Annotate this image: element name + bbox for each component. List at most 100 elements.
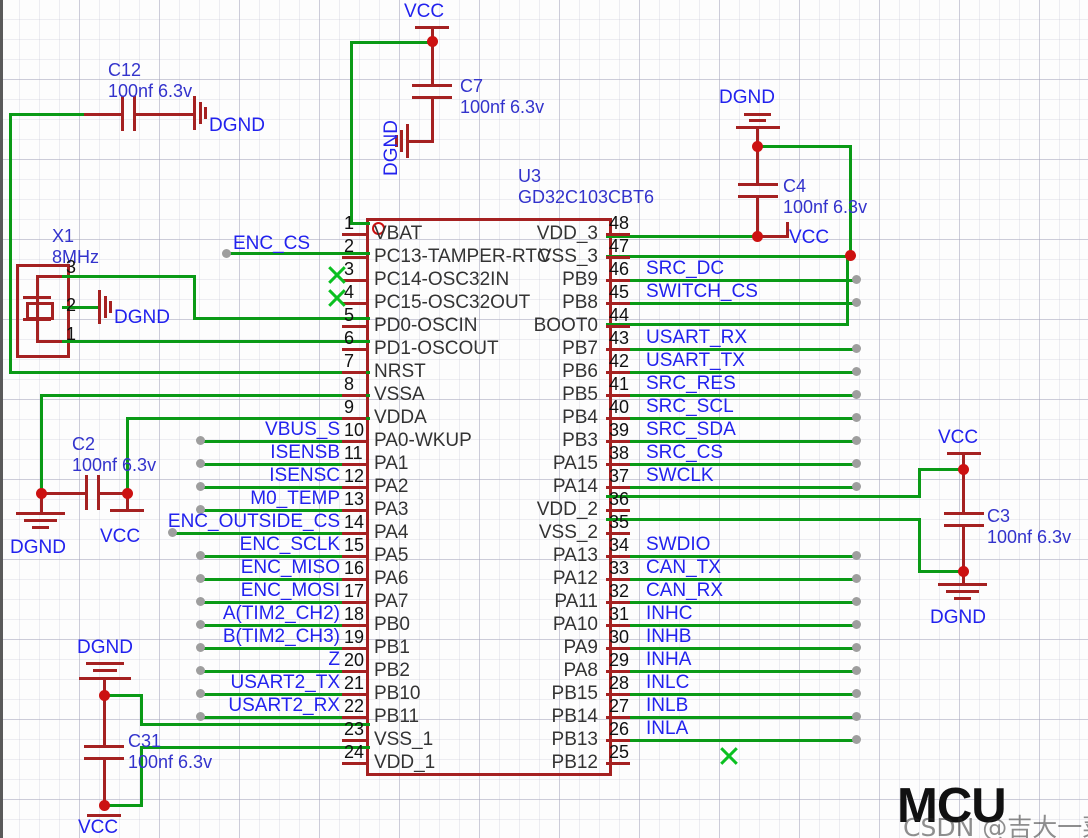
net-label-m0_temp[interactable]: M0_TEMP [250, 489, 340, 508]
net-label-src_cs[interactable]: SRC_CS [646, 443, 723, 462]
net-stub-enc-cs[interactable] [222, 249, 231, 258]
net-stub-src_sda[interactable] [852, 436, 861, 445]
pin-number-46: 46 [609, 259, 630, 279]
pin-name-42: PB6 [562, 361, 598, 382]
net-label-swdio[interactable]: SWDIO [646, 535, 710, 554]
pin-name-8: VSSA [374, 384, 425, 405]
pin-number-31: 31 [609, 604, 630, 624]
c4-gnd-bar-b [749, 119, 766, 122]
net-stub-can_tx[interactable] [852, 574, 861, 583]
net-label-inhc[interactable]: INHC [646, 604, 692, 623]
pin-number-40: 40 [609, 397, 630, 417]
net-label-usart2_tx[interactable]: USART2_TX [231, 673, 340, 692]
net-stub-usart2_tx[interactable] [196, 689, 205, 698]
net-stub-isensc[interactable] [196, 482, 205, 491]
net-stub-a(tim2_ch2)[interactable] [196, 620, 205, 629]
net-label-src_res[interactable]: SRC_RES [646, 374, 736, 393]
net-stub-inha[interactable] [852, 666, 861, 675]
net-label-usart_rx[interactable]: USART_RX [646, 328, 747, 347]
net-label-vbus_s[interactable]: VBUS_S [265, 420, 340, 439]
net-stub-swdio[interactable] [852, 551, 861, 560]
net-label-isensb[interactable]: ISENSB [270, 443, 340, 462]
net-label-src_scl[interactable]: SRC_SCL [646, 397, 734, 416]
net-stub-inlc[interactable] [852, 689, 861, 698]
wire-pin44 [606, 323, 849, 326]
net-label-src_sda[interactable]: SRC_SDA [646, 420, 736, 439]
pin-name-38: PA15 [552, 453, 598, 474]
net-stub-usart2_rx[interactable] [196, 712, 205, 721]
pin-number-30: 30 [609, 627, 630, 647]
junction-vcc-right-rail [845, 250, 856, 261]
net-label-inha[interactable]: INHA [646, 650, 691, 669]
c31-value: 100nf 6.3v [128, 752, 213, 773]
net-stub-switch_cs[interactable] [852, 298, 861, 307]
net-label-inlb[interactable]: INLB [646, 696, 688, 715]
pin-number-27: 27 [609, 696, 630, 716]
pin-number-43: 43 [609, 328, 630, 348]
pin-number-13: 13 [344, 489, 365, 509]
net-stub-src_res[interactable] [852, 390, 861, 399]
net-stub-inhc[interactable] [852, 620, 861, 629]
net-stub-can_rx[interactable] [852, 597, 861, 606]
net-stub-usart_tx[interactable] [852, 367, 861, 376]
c3-gnd-bar-c [954, 597, 971, 600]
c4-gnd-bar-a [744, 113, 771, 116]
net-label-usart_tx[interactable]: USART_TX [646, 351, 745, 370]
net-stub-isensb[interactable] [196, 459, 205, 468]
c2-gnd-bar1 [16, 512, 65, 515]
net-label-inla[interactable]: INLA [646, 719, 688, 738]
net-stub-enc_miso[interactable] [196, 574, 205, 583]
net-label-enc-cs[interactable]: ENC_CS [233, 234, 310, 253]
pin-number-8: 8 [344, 374, 355, 394]
net-label-a(tim2_ch2)[interactable]: A(TIM2_CH2) [223, 604, 340, 623]
net-stub-inla[interactable] [852, 735, 861, 744]
net-label-src_dc[interactable]: SRC_DC [646, 259, 724, 278]
pin-number-16: 16 [344, 558, 365, 578]
net-label-isensc[interactable]: ISENSC [269, 466, 340, 485]
pin-number-32: 32 [609, 581, 630, 601]
wire-pin47 [606, 255, 850, 258]
pin-name-34: PA13 [552, 545, 598, 566]
net-label-inhb[interactable]: INHB [646, 627, 691, 646]
pin-name-43: PB7 [562, 338, 598, 359]
net-label-z[interactable]: Z [328, 650, 340, 669]
pin-name-1: VBAT [374, 223, 423, 244]
net-label-enc_miso[interactable]: ENC_MISO [241, 558, 340, 577]
net-label-enc_outside_cs[interactable]: ENC_OUTSIDE_CS [168, 512, 340, 531]
ic-designator: U3 GD32C103CBT6 [518, 166, 654, 208]
c2-plate-left [85, 475, 88, 510]
pin-line-25 [606, 762, 630, 765]
net-label-inlc[interactable]: INLC [646, 673, 689, 692]
net-label-b(tim2_ch3)[interactable]: B(TIM2_CH3) [223, 627, 340, 646]
net-label-swclk[interactable]: SWCLK [646, 466, 714, 485]
pin-name-44: BOOT0 [533, 315, 598, 336]
net-label-can_rx[interactable]: CAN_RX [646, 581, 723, 600]
no-connect-pin25 [718, 745, 740, 767]
net-stub-enc_sclk[interactable] [196, 551, 205, 560]
net-stub-z[interactable] [196, 666, 205, 675]
net-label-can_tx[interactable]: CAN_TX [646, 558, 721, 577]
pin-name-12: PA2 [374, 476, 409, 497]
net-stub-usart_rx[interactable] [852, 344, 861, 353]
net-stub-swclk[interactable] [852, 482, 861, 491]
net-label-enc_mosi[interactable]: ENC_MOSI [241, 581, 340, 600]
net-stub-enc_mosi[interactable] [196, 597, 205, 606]
net-label-switch_cs[interactable]: SWITCH_CS [646, 282, 758, 301]
pin-number-12: 12 [344, 466, 365, 486]
pin-name-25: PB12 [551, 752, 598, 773]
net-stub-inlb[interactable] [852, 712, 861, 721]
net-label-enc_sclk[interactable]: ENC_SCLK [240, 535, 340, 554]
net-stub-vbus_s[interactable] [196, 436, 205, 445]
net-stub-src_cs[interactable] [852, 459, 861, 468]
pin-name-24: VDD_1 [374, 752, 436, 773]
net-stub-b(tim2_ch3)[interactable] [196, 643, 205, 652]
pin-name-35: VSS_2 [538, 522, 598, 543]
net-label-usart2_rx[interactable]: USART2_RX [228, 696, 340, 715]
net-stub-src_scl[interactable] [852, 413, 861, 422]
pin-name-26: PB13 [551, 729, 598, 750]
net-stub-src_dc[interactable] [852, 275, 861, 284]
pin-name-22: PB11 [374, 706, 420, 727]
net-stub-inhb[interactable] [852, 643, 861, 652]
pin-name-27: PB14 [551, 706, 598, 727]
c4-ref: C4 [783, 176, 807, 196]
